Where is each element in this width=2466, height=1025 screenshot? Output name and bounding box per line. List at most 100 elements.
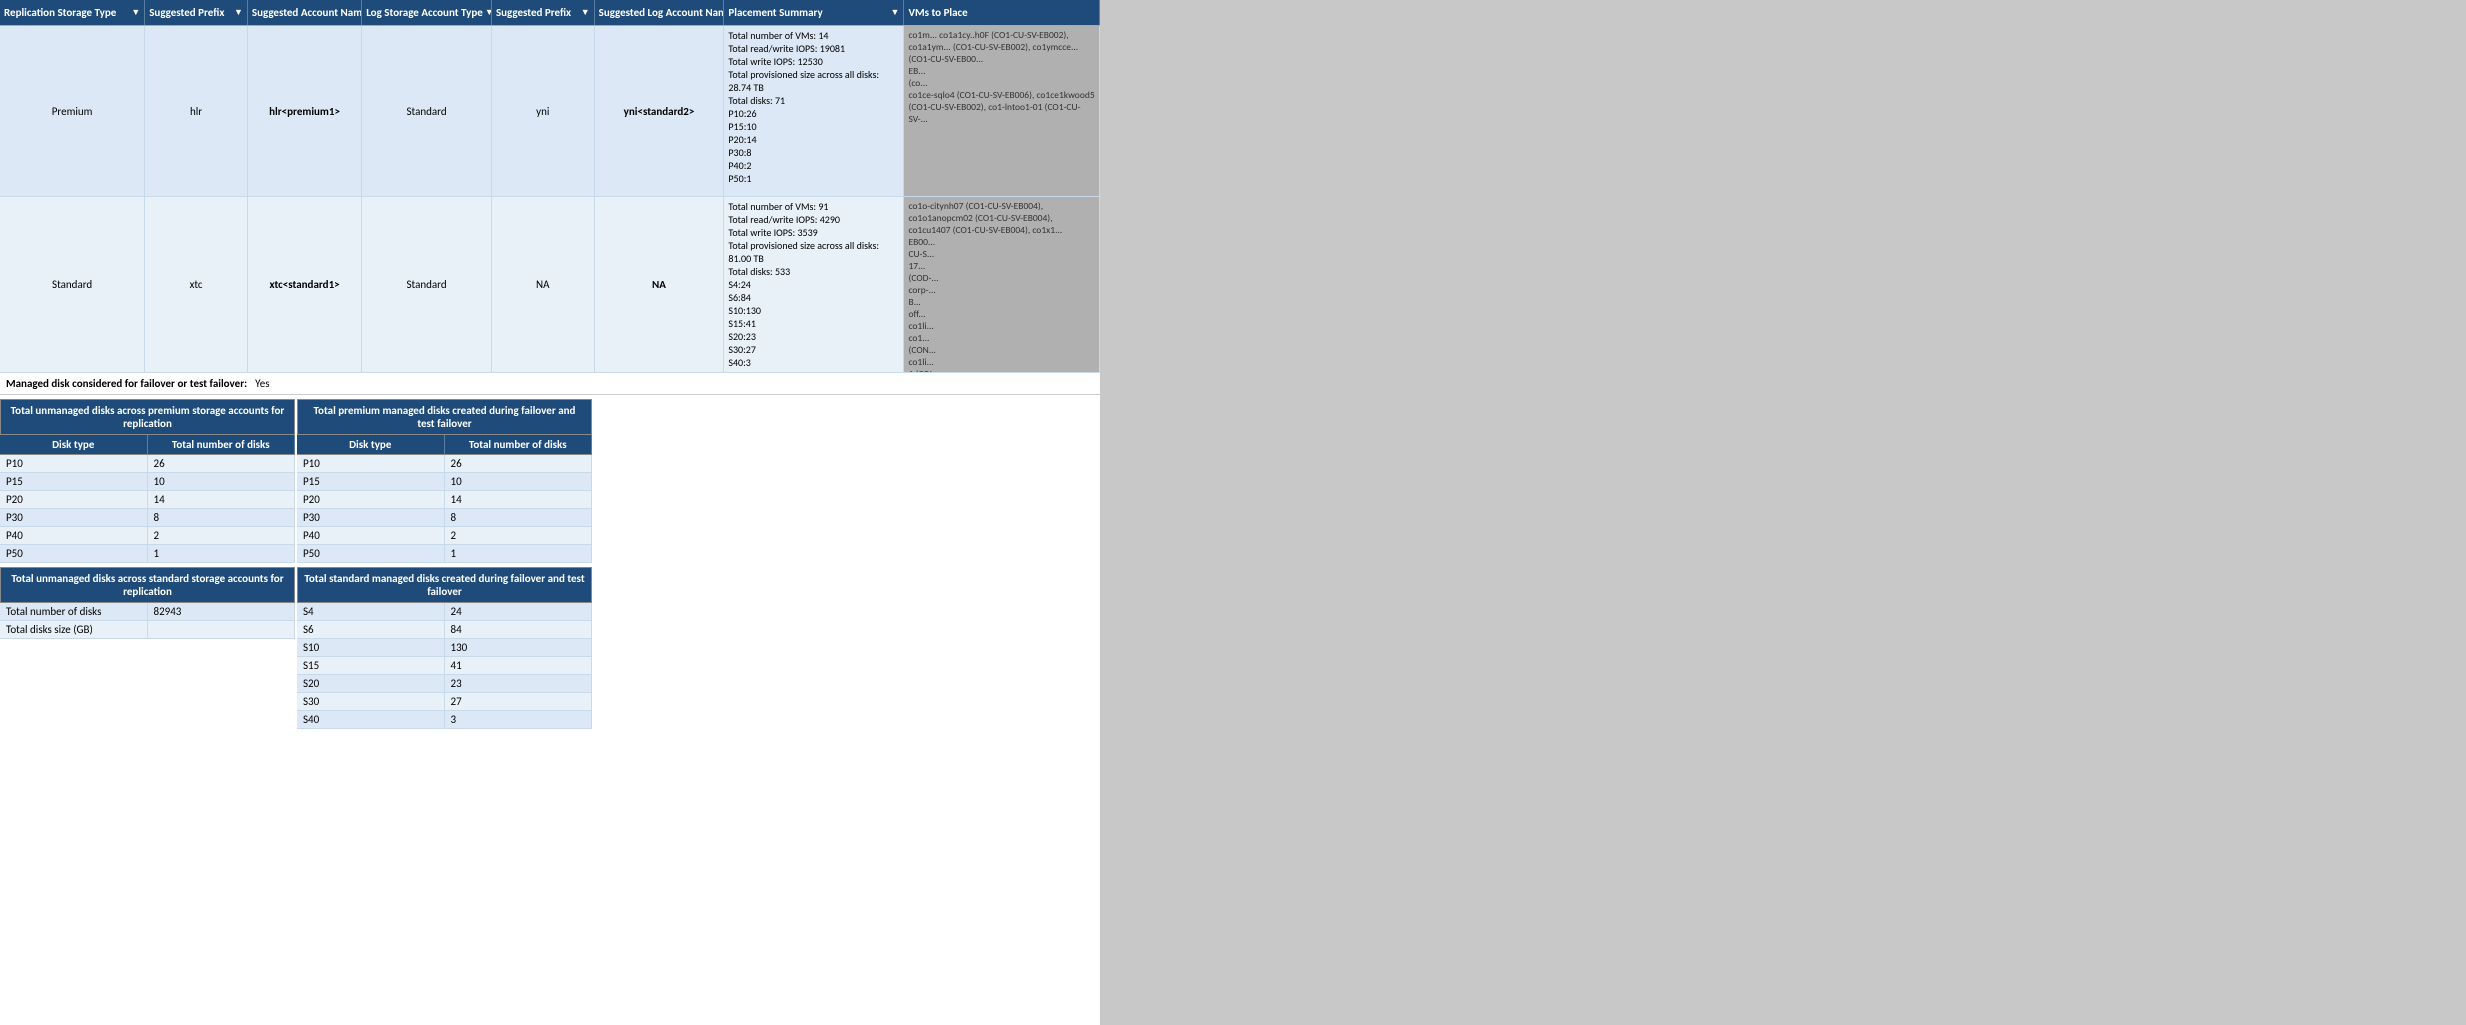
header-label-ps: Placement Summary xyxy=(728,6,822,19)
header-replication-storage-type[interactable]: Replication Storage Type ▼ xyxy=(0,0,145,25)
filter-icon-sp2[interactable]: ▼ xyxy=(581,7,590,18)
disk-type-p30-managed: P30 xyxy=(297,509,445,526)
header-suggested-prefix-1[interactable]: Suggested Prefix ▼ xyxy=(145,0,248,25)
std-managed-count-1: 84 xyxy=(445,621,593,638)
list-item: P40 2 xyxy=(0,527,295,545)
header-suggested-log-account-name[interactable]: Suggested Log Account Name ▼ xyxy=(595,0,725,25)
std-managed-disktype-3: S15 xyxy=(297,657,445,674)
vms-value-premium: co1m... co1a1cy..h0F (CO1-CU-SV-EB002), … xyxy=(908,29,1095,125)
disk-type-p20-managed: P20 xyxy=(297,491,445,508)
header-vms-to-place[interactable]: VMs to Place xyxy=(904,0,1100,25)
disk-type-p30-unmanaged: P30 xyxy=(0,509,148,526)
filter-icon-lst[interactable]: ▼ xyxy=(485,7,492,18)
cell-placement-standard: Total number of VMs: 91 Total read/write… xyxy=(724,197,904,372)
cell-account-name-standard: xtc<standard1> xyxy=(248,197,362,372)
disk-type-p15-unmanaged: P15 xyxy=(0,473,148,490)
list-item: S10 130 xyxy=(297,639,592,657)
list-item: P50 1 xyxy=(0,545,295,563)
premium-tables-wrapper: Total unmanaged disks across premium sto… xyxy=(0,399,1100,563)
disk-type-p10-unmanaged: P10 xyxy=(0,455,148,472)
list-item: P10 26 xyxy=(0,455,295,473)
list-item: P50 1 xyxy=(297,545,592,563)
header-label-lst: Log Storage Account Type xyxy=(366,6,483,19)
std-managed-count-0: 24 xyxy=(445,603,593,620)
disk-count-p15-unmanaged: 10 xyxy=(148,473,296,490)
cell-placement-premium: Total number of VMs: 14 Total read/write… xyxy=(724,26,904,196)
cell-rep-type-standard: Standard xyxy=(0,197,145,372)
header-label-sac: Suggested Account Name xyxy=(252,6,362,19)
std-managed-disktype-0: S4 xyxy=(297,603,445,620)
disk-count-p50-managed: 1 xyxy=(445,545,593,562)
list-item: S40 3 xyxy=(297,711,592,729)
cell-account-name-premium: hlr<premium1> xyxy=(248,26,362,196)
list-item: P20 14 xyxy=(297,491,592,509)
header-suggested-account-name[interactable]: Suggested Account Name ▼ xyxy=(248,0,362,25)
premium-unmanaged-header: Total unmanaged disks across premium sto… xyxy=(0,399,295,435)
standard-unmanaged-block: Total unmanaged disks across standard st… xyxy=(0,567,295,729)
disk-type-p10-managed: P10 xyxy=(297,455,445,472)
std-managed-disktype-4: S20 xyxy=(297,675,445,692)
std-managed-count-6: 3 xyxy=(445,711,593,728)
filter-icon-ps[interactable]: ▼ xyxy=(891,7,900,18)
disk-type-p40-managed: P40 xyxy=(297,527,445,544)
list-item: S20 23 xyxy=(297,675,592,693)
standard-managed-block: Total standard managed disks created dur… xyxy=(297,567,592,729)
cell-log-type-standard: Standard xyxy=(362,197,492,372)
header-placement-summary[interactable]: Placement Summary ▼ xyxy=(724,0,904,25)
bottom-section: Total unmanaged disks across premium sto… xyxy=(0,399,1100,729)
cell-log-type-premium: Standard xyxy=(362,26,492,196)
left-panel: Replication Storage Type ▼ Suggested Pre… xyxy=(0,0,1100,1025)
std-managed-count-2: 130 xyxy=(445,639,593,656)
standard-tables-wrapper: Total unmanaged disks across standard st… xyxy=(0,567,1100,729)
disk-type-p40-unmanaged: P40 xyxy=(0,527,148,544)
rep-type-value: Premium xyxy=(52,105,93,118)
header-suggested-prefix-2[interactable]: Suggested Prefix ▼ xyxy=(492,0,595,25)
header-row: Replication Storage Type ▼ Suggested Pre… xyxy=(0,0,1100,26)
list-item: S4 24 xyxy=(297,603,592,621)
disk-type-p50-managed: P50 xyxy=(297,545,445,562)
std-managed-disktype-5: S30 xyxy=(297,693,445,710)
cell-vms-premium: co1m... co1a1cy..h0F (CO1-CU-SV-EB002), … xyxy=(904,26,1100,196)
table-row: Premium hlr hlr<premium1> Standard yni y… xyxy=(0,26,1100,197)
right-panel-grayed xyxy=(1100,0,2466,1025)
disk-count-p10-managed: 26 xyxy=(445,455,593,472)
cell-vms-standard: co1o-citynh07 (CO1-CU-SV-EB004), co1o1an… xyxy=(904,197,1100,372)
standard-unmanaged-header: Total unmanaged disks across standard st… xyxy=(0,567,295,603)
table-row: Standard xtc xtc<standard1> Standard NA … xyxy=(0,197,1100,373)
log-prefix-value-standard: NA xyxy=(536,278,549,291)
log-type-value-standard: Standard xyxy=(406,278,446,291)
std-managed-count-4: 23 xyxy=(445,675,593,692)
disk-type-p20-unmanaged: P20 xyxy=(0,491,148,508)
disk-count-p20-unmanaged: 14 xyxy=(148,491,296,508)
disk-count-p15-managed: 10 xyxy=(445,473,593,490)
list-item: P15 10 xyxy=(297,473,592,491)
header-log-storage-type[interactable]: Log Storage Account Type ▼ xyxy=(362,0,492,25)
sub-header-total-1: Total number of disks xyxy=(148,435,296,454)
std-inner-wrapper: Total unmanaged disks across standard st… xyxy=(0,567,1100,729)
log-prefix-value-premium: yni xyxy=(536,105,549,118)
list-item: P30 8 xyxy=(0,509,295,527)
sub-header-disk-type-2: Disk type xyxy=(297,435,445,454)
filter-icon-sp1[interactable]: ▼ xyxy=(234,7,243,18)
filter-icon-rep[interactable]: ▼ xyxy=(131,7,140,18)
list-item: P40 2 xyxy=(297,527,592,545)
list-item: P20 14 xyxy=(0,491,295,509)
disk-type-p50-unmanaged: P50 xyxy=(0,545,148,562)
disk-count-p40-managed: 2 xyxy=(445,527,593,544)
disk-count-p50-unmanaged: 1 xyxy=(148,545,296,562)
list-item: P30 8 xyxy=(297,509,592,527)
header-label-rep: Replication Storage Type xyxy=(4,6,116,19)
managed-disk-row: Managed disk considered for failover or … xyxy=(0,373,1100,395)
standard-managed-header: Total standard managed disks created dur… xyxy=(297,567,592,603)
premium-managed-block: Total premium managed disks created duri… xyxy=(297,399,592,563)
std-unmanaged-value-0: 82943 xyxy=(148,603,296,620)
log-account-name-value-standard: NA xyxy=(652,278,666,291)
header-label-sp1: Suggested Prefix xyxy=(149,6,224,19)
list-item: S30 27 xyxy=(297,693,592,711)
std-unmanaged-value-1 xyxy=(148,621,296,638)
log-type-value-premium: Standard xyxy=(406,105,446,118)
placement-value-standard: Total number of VMs: 91 Total read/write… xyxy=(728,200,899,372)
std-managed-disktype-2: S10 xyxy=(297,639,445,656)
header-label-vms: VMs to Place xyxy=(908,6,967,19)
std-managed-disktype-1: S6 xyxy=(297,621,445,638)
